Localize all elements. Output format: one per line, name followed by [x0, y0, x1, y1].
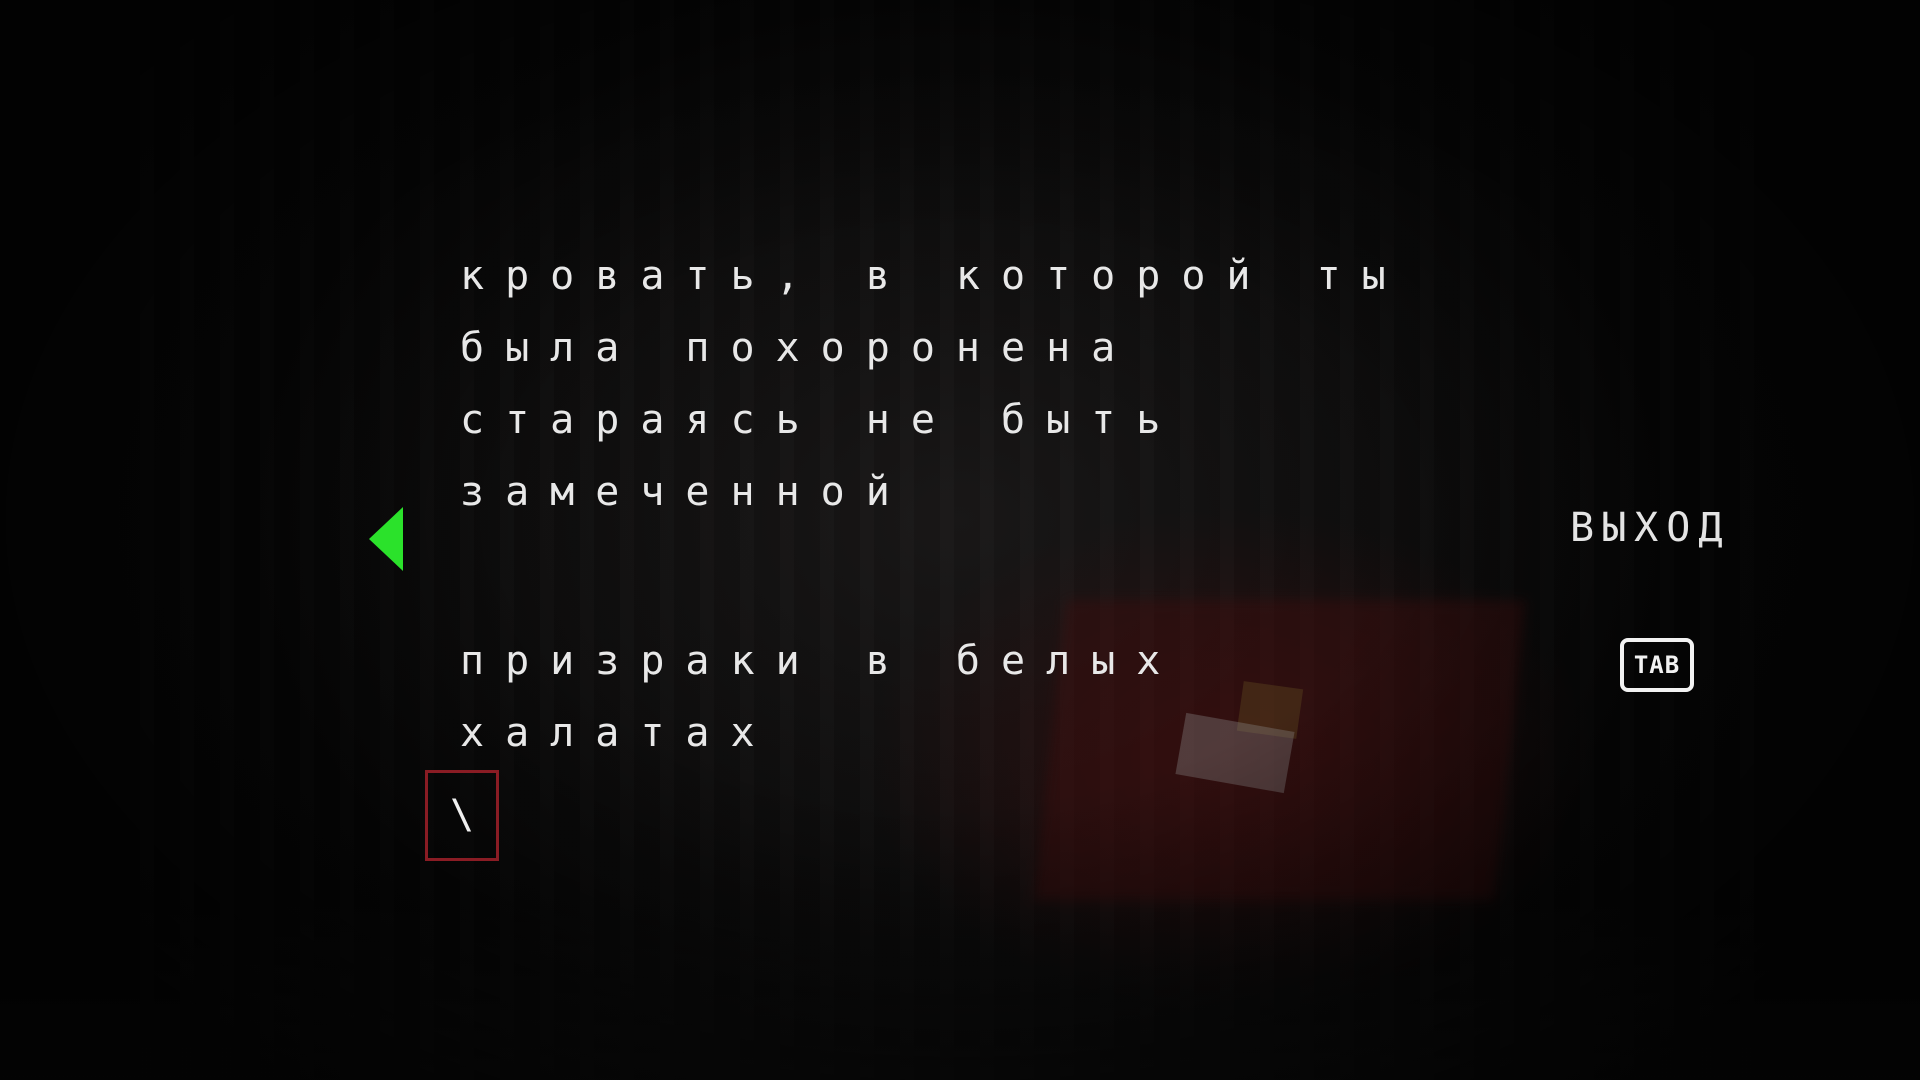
- memory-text-line: кровать, в которой ты: [460, 253, 1407, 299]
- text-input-cell[interactable]: \: [425, 770, 499, 861]
- memory-text-block-2: призраки в белых халатах: [460, 625, 1360, 769]
- memory-text-line: замеченной: [460, 469, 911, 515]
- memory-text-line: халатах: [460, 710, 776, 756]
- memory-text-block-1: кровать, в которой ты была похоронена ст…: [460, 240, 1407, 528]
- tab-key-button[interactable]: TAB: [1620, 638, 1694, 692]
- memory-text-line: стараясь не быть: [460, 397, 1182, 443]
- game-screen: кровать, в которой ты была похоронена ст…: [0, 0, 1920, 1080]
- memory-text-line: была похоронена: [460, 325, 1137, 371]
- previous-arrow-icon[interactable]: [369, 507, 403, 571]
- memory-text-line: призраки в белых: [460, 638, 1182, 684]
- exit-button[interactable]: ВЫХОД: [1570, 505, 1730, 551]
